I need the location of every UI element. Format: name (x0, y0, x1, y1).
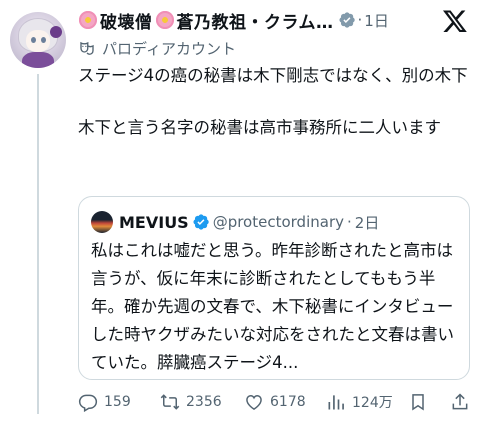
quoted-post-text: 私はこれは嘘だと思う。昨年診断されたと高市は言うが、仮に年末に診断されたとしても… (91, 241, 454, 372)
bookmark-icon (412, 394, 424, 411)
quoted-post-timestamp: 2日 (354, 213, 380, 232)
quoted-post[interactable]: MEVIUS @protectordinary · 2日 私はこれは嘘だと思う。… (78, 196, 470, 380)
thread-line (37, 74, 39, 414)
quoted-author-avatar (91, 211, 113, 233)
x-logo-icon[interactable] (442, 8, 468, 34)
quoted-post-header: MEVIUS @protectordinary · 2日 (91, 211, 379, 233)
quoted-author-handle: @protectordinary (212, 213, 344, 231)
parody-label-text: パロディアカウント (102, 40, 236, 58)
display-name-part1[interactable]: 破壊僧 (100, 8, 153, 33)
views-chart-icon (328, 395, 344, 410)
verified-badge-icon (338, 12, 355, 28)
repost-icon (160, 394, 180, 410)
like-count: 6178 (270, 394, 306, 410)
meta-separator: · (357, 11, 363, 29)
verified-badge-icon (193, 214, 209, 230)
like-button[interactable]: 6178 (244, 390, 306, 414)
reply-count: 159 (104, 394, 131, 410)
quoted-author-name: MEVIUS (119, 212, 189, 232)
heart-icon (246, 394, 262, 410)
parody-label: パロディアカウント (78, 38, 236, 59)
theater-mask-icon (80, 41, 94, 55)
author-avatar[interactable] (10, 12, 66, 68)
action-bar: 159 2356 6178 124万 (78, 390, 470, 414)
post-timestamp[interactable]: 1日 (364, 10, 389, 31)
meta-separator: · (347, 213, 352, 231)
cherry-blossom-icon (78, 10, 98, 30)
bookmark-button[interactable] (408, 390, 434, 414)
post-header: 破壊僧 蒼乃教祖・クラム… · 1日 (78, 8, 389, 33)
share-icon (452, 393, 468, 410)
post-text: ステージ4の癌の秘書は木下剛志ではなく、別の木下 木下と言う名字の秘書は高市事務… (78, 63, 470, 141)
repost-button[interactable]: 2356 (160, 390, 222, 414)
post-text-line1: ステージ4の癌の秘書は木下剛志ではなく、別の木下 (78, 66, 468, 85)
view-count: 124万 (352, 395, 393, 411)
post-text-line2: 木下と言う名字の秘書は高市事務所に二人います (78, 118, 441, 137)
reply-icon (78, 394, 98, 412)
display-name-part2[interactable]: 蒼乃教祖・クラム… (177, 8, 334, 33)
reply-button[interactable]: 159 (78, 390, 131, 414)
share-button[interactable] (450, 390, 476, 414)
views-button[interactable]: 124万 (326, 390, 393, 414)
repost-count: 2356 (186, 394, 222, 410)
cherry-blossom-icon (155, 10, 175, 30)
